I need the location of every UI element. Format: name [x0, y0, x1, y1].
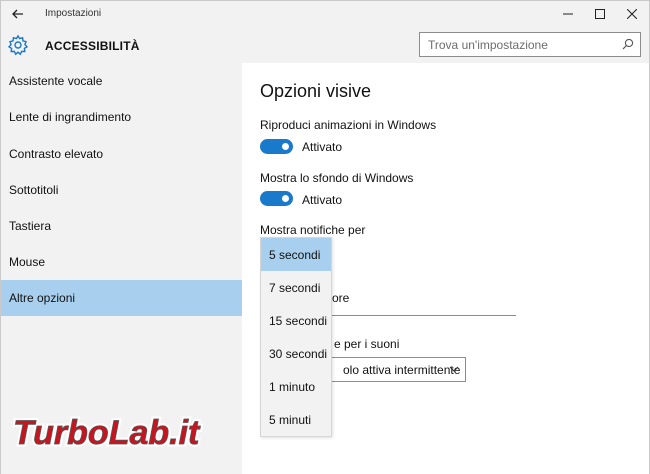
back-arrow-icon	[12, 9, 23, 19]
search-icon[interactable]	[622, 38, 634, 50]
sidebar-item-assistente-vocale[interactable]: Assistente vocale	[1, 63, 242, 99]
dropdown-option-label: 5 minuti	[269, 412, 312, 427]
window-title: Impostazioni	[45, 8, 102, 19]
close-icon	[627, 9, 637, 19]
dropdown-option-label: 15 secondi	[269, 313, 328, 328]
dropdown-option-label: 7 secondi	[269, 280, 321, 295]
sidebar-item-label: Lente di ingrandimento	[9, 110, 132, 124]
dropdown-option[interactable]: 1 minuto	[261, 370, 331, 403]
animations-setting-label: Riproduci animazioni in Windows	[260, 118, 437, 132]
background-setting-label: Mostra lo sfondo di Windows	[260, 171, 414, 185]
sidebar-item-label: Contrasto elevato	[9, 147, 104, 161]
sidebar-item-mouse[interactable]: Mouse	[1, 244, 242, 280]
dropdown-option[interactable]: 15 secondi	[261, 304, 331, 337]
visual-notification-select-value: olo attiva intermittente	[343, 363, 461, 377]
sidebar-item-contrasto-elevato[interactable]: Contrasto elevato	[1, 136, 242, 172]
dropdown-option[interactable]: 5 minuti	[261, 403, 331, 436]
settings-window: Impostazioni ACCESSIBILITÀ Ass	[0, 0, 650, 474]
notifications-duration-label: Mostra notifiche per	[260, 223, 366, 237]
page-header: ACCESSIBILITÀ	[1, 27, 649, 63]
sidebar-item-tastiera[interactable]: Tastiera	[1, 208, 242, 244]
close-button[interactable]	[617, 3, 647, 25]
gear-icon	[7, 34, 29, 56]
toggle-knob	[282, 195, 289, 202]
sidebar-item-label: Tastiera	[9, 219, 52, 233]
minimize-icon	[563, 13, 573, 15]
dropdown-option-label: 1 minuto	[269, 379, 316, 394]
dropdown-option[interactable]: 7 secondi	[261, 271, 331, 304]
dropdown-option[interactable]: 30 secondi	[261, 337, 331, 370]
svg-text:TurboLab.it: TurboLab.it	[13, 414, 201, 452]
page-title: ACCESSIBILITÀ	[45, 39, 140, 53]
maximize-icon	[595, 9, 605, 19]
minimize-button[interactable]	[553, 3, 583, 25]
sidebar-item-label: Sottotitoli	[9, 183, 59, 197]
sidebar-item-altre-opzioni[interactable]: Altre opzioni	[1, 280, 242, 316]
sidebar-item-sottotitoli[interactable]: Sottotitoli	[1, 172, 242, 208]
sidebar-item-lente-di-ingrandimento[interactable]: Lente di ingrandimento	[1, 99, 242, 135]
dropdown-option[interactable]: 5 secondi	[261, 238, 331, 271]
sidebar-item-label: Altre opzioni	[9, 291, 76, 305]
background-toggle-state: Attivato	[302, 193, 343, 207]
back-button[interactable]	[9, 5, 27, 23]
title-bar: Impostazioni	[1, 1, 649, 27]
turbolab-watermark-logo: TurboLab.it TurboLab.it	[11, 412, 204, 455]
chevron-down-icon	[449, 366, 459, 372]
sidebar-item-label: Assistente vocale	[9, 74, 103, 88]
maximize-button[interactable]	[585, 3, 615, 25]
toggle-knob	[282, 143, 289, 150]
animations-toggle[interactable]	[260, 139, 293, 154]
notification-duration-dropdown[interactable]: 5 secondi 7 secondi 15 secondi 30 second…	[260, 237, 332, 437]
sidebar-item-label: Mouse	[9, 255, 46, 269]
dropdown-option-label: 30 secondi	[269, 346, 328, 361]
background-toggle[interactable]	[260, 191, 293, 206]
search-input[interactable]	[420, 33, 620, 56]
search-box[interactable]	[419, 32, 641, 57]
animations-toggle-state: Attivato	[302, 140, 343, 154]
dropdown-option-label: 5 secondi	[269, 247, 321, 262]
cursor-thickness-label-partial: ore	[332, 291, 350, 305]
visual-notifications-label-partial: e per i suoni	[334, 337, 400, 351]
section-title: Opzioni visive	[260, 81, 372, 101]
